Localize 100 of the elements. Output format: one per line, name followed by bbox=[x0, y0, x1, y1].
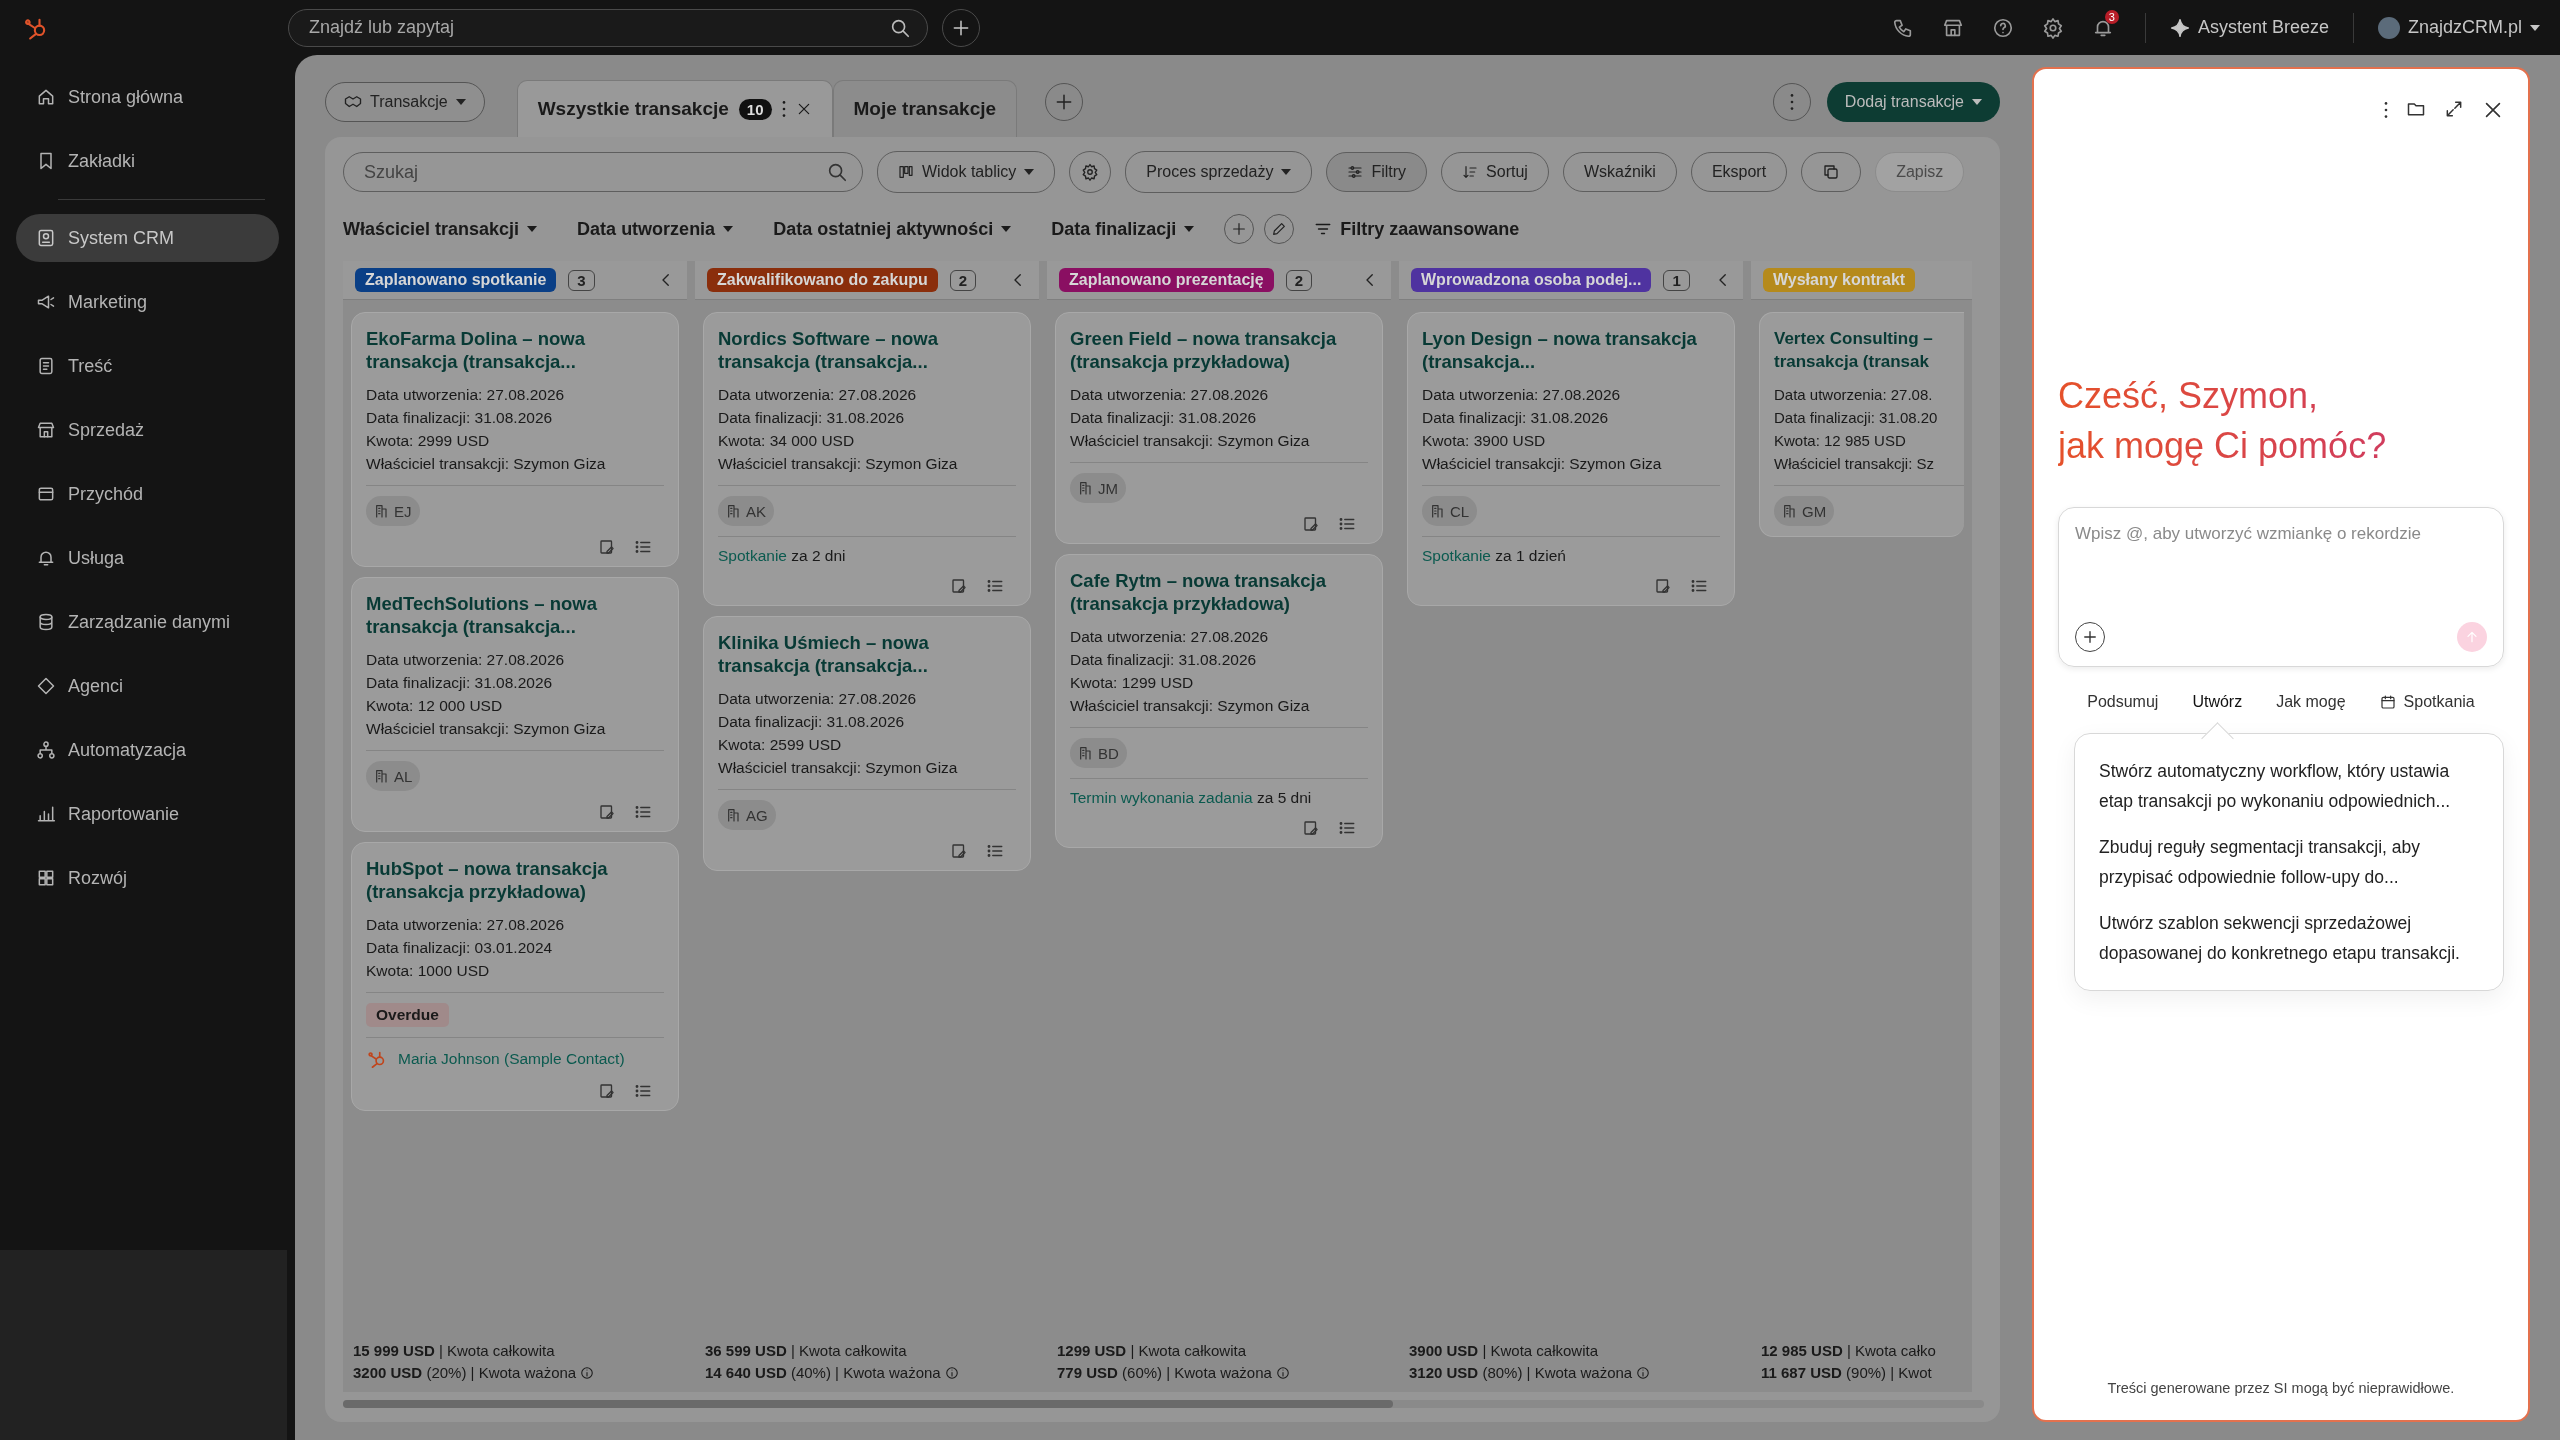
deal-title[interactable]: Lyon Design – nowa transakcja (transakcja... bbox=[1422, 327, 1720, 373]
caret-icon bbox=[2530, 24, 2540, 31]
diamond-icon bbox=[36, 676, 56, 696]
company-chip[interactable]: EJ bbox=[366, 496, 420, 526]
account-menu[interactable]: ZnajdzCRM.pl bbox=[2377, 16, 2540, 39]
activity-link[interactable]: Termin wykonania zadania bbox=[1070, 789, 1253, 806]
filter-dropdown[interactable]: Data ostatniej aktywności bbox=[773, 218, 1012, 240]
sidebar-item[interactable]: Przychód bbox=[16, 470, 279, 518]
deal-detail: Kwota: 12 000 USD bbox=[366, 696, 504, 716]
deal-card[interactable]: Nordics Software – nowa transakcja (transakcja... Data utworzenia: 27.08.2026 Data finalizacji: 31.08.2026 Kwota: 34 000 USD Właściciel transakcji: Szymon Giza AK Spotkanie za 2 dni bbox=[703, 312, 1031, 606]
view-tab[interactable]: Moje transakcje bbox=[832, 80, 1018, 137]
total-amount: 1299 USD | Kwota całkowita bbox=[1057, 1341, 1247, 1361]
deal-detail: Data finalizacji: 31.08.20 bbox=[1774, 408, 1939, 428]
grid-icon bbox=[36, 868, 56, 888]
sidebar-item[interactable]: Agenci bbox=[16, 662, 279, 710]
global-search-field[interactable]: Znajdź lub zapytaj bbox=[288, 8, 928, 47]
deal-card[interactable]: Vertex Consulting – transakcja (transak Data utworzenia: 27.08. Data finalizacji: 31.08.20 Kwota: 12 985 USD Właściciel transakcji: Sz GM bbox=[1759, 312, 1964, 537]
sidebar-item[interactable]: Automatyzacja bbox=[16, 726, 279, 774]
deal-card[interactable]: Cafe Rytm – nowa transakcja (transakcja przykładowa) Data utworzenia: 27.08.2026 Data finalizacji: 31.08.2026 Kwota: 1299 USD Właściciel transakcji: Szymon Giza BD Termin wykonania zadania za 5 dni bbox=[1055, 554, 1383, 848]
home-icon bbox=[36, 87, 56, 107]
deal-detail: Kwota: 3900 USD bbox=[1422, 431, 1547, 451]
deal-card[interactable]: HubSpot – nowa transakcja (transakcja przykładowa) Data utworzenia: 27.08.2026 Data finalizacji: 03.01.2024 Kwota: 1000 USD Overdue Maria Johnson (Sample Contact) bbox=[351, 842, 679, 1111]
deal-card[interactable]: MedTechSolutions – nowa transakcja (transakcja... Data utworzenia: 27.08.2026 Data finalizacji: 31.08.2026 Kwota: 12 000 USD Właściciel transakcji: Szymon Giza AL bbox=[351, 577, 679, 832]
company-chip[interactable]: JM bbox=[1070, 473, 1126, 503]
sidebar-item[interactable]: System CRM bbox=[16, 214, 279, 262]
add-deal-button[interactable]: Dodaj transakcje bbox=[1826, 82, 2000, 122]
total-amount: 15 999 USD | Kwota całkowita bbox=[353, 1341, 556, 1361]
sidebar-item[interactable]: Strona główna bbox=[16, 73, 279, 121]
activity-text: Termin wykonania zadania za 5 dni bbox=[1070, 789, 1313, 807]
sidebar-item[interactable]: Rozwój bbox=[16, 854, 279, 902]
deal-title[interactable]: Klinika Uśmiech – nowa transakcja (transakcja... bbox=[718, 631, 1016, 677]
deal-detail: Właściciel transakcji: Szymon Giza bbox=[1070, 431, 1311, 451]
suggestion[interactable]: Stwórz automatyczny workflow, który ustawia etap transakcji po wykonaniu odpowiednich... bbox=[2099, 748, 2479, 824]
sidebar-item[interactable]: Zarządzanie danymi bbox=[16, 598, 279, 646]
activity-link[interactable]: Spotkanie bbox=[1422, 547, 1491, 564]
company-chip[interactable]: BD bbox=[1070, 738, 1127, 768]
building-icon bbox=[1782, 503, 1798, 519]
quick-action[interactable]: Utwórz bbox=[2192, 689, 2243, 715]
deal-card[interactable]: Lyon Design – nowa transakcja (transakcja... Data utworzenia: 27.08.2026 Data finalizacji: 31.08.2026 Kwota: 3900 USD Właściciel transakcji: Szymon Giza CL Spotkanie za 1 dzień bbox=[1407, 312, 1735, 606]
contact-link[interactable]: Maria Johnson (Sample Contact) bbox=[398, 1050, 625, 1068]
sidebar-item[interactable]: Treść bbox=[16, 342, 279, 390]
company-chip[interactable]: CL bbox=[1422, 496, 1478, 526]
total-amount: 12 985 USD | Kwota całko bbox=[1761, 1341, 1937, 1361]
deal-detail: Właściciel transakcji: Szymon Giza bbox=[1422, 454, 1663, 474]
document-icon bbox=[36, 356, 56, 376]
greeting: Cześć, Szymon, bbox=[2058, 374, 2320, 418]
company-chip[interactable]: AG bbox=[718, 800, 776, 830]
pipeline-selector[interactable]: Proces sprzedaży bbox=[1125, 151, 1313, 193]
avatar bbox=[2377, 16, 2400, 39]
scrollbar-thumb[interactable] bbox=[343, 1400, 1393, 1408]
deal-title[interactable]: Nordics Software – nowa transakcja (transakcja... bbox=[718, 327, 1016, 373]
store-icon bbox=[36, 420, 56, 440]
object-selector[interactable]: Transakcje bbox=[325, 82, 485, 122]
filter-dropdown[interactable]: Właściciel transakcji bbox=[343, 218, 538, 240]
company-chip[interactable]: AL bbox=[366, 761, 421, 791]
view-tab[interactable]: Wszystkie transakcje 10 bbox=[516, 80, 833, 137]
company-chip[interactable]: AK bbox=[718, 496, 774, 526]
assistant-button[interactable]: Asystent Breeze bbox=[2169, 17, 2329, 38]
quick-action[interactable]: Podsumuj bbox=[2087, 689, 2159, 715]
deal-title[interactable]: HubSpot – nowa transakcja (transakcja przykładowa) bbox=[366, 857, 664, 903]
sidebar-item[interactable]: Zakładki bbox=[16, 137, 279, 185]
filter-dropdown[interactable]: Data utworzenia bbox=[577, 218, 734, 240]
activity-link[interactable]: Spotkanie bbox=[718, 547, 787, 564]
sidebar-item[interactable]: Sprzedaż bbox=[16, 406, 279, 454]
deal-title[interactable]: MedTechSolutions – nowa transakcja (transakcja... bbox=[366, 592, 664, 638]
deal-card[interactable]: EkoFarma Dolina – nowa transakcja (transakcja... Data utworzenia: 27.08.2026 Data finalizacji: 31.08.2026 Kwota: 2999 USD Właściciel transakcji: Szymon Giza EJ bbox=[351, 312, 679, 567]
greeting: jak mogę Ci pomóc? bbox=[2058, 424, 2388, 468]
building-icon bbox=[726, 807, 742, 823]
note-icon bbox=[1654, 577, 1672, 595]
notification-badge: 3 bbox=[2104, 9, 2119, 24]
quick-action[interactable]: Jak mogę bbox=[2276, 689, 2346, 715]
caret-icon bbox=[455, 99, 466, 105]
toolbar-button[interactable]: Filtry bbox=[1326, 152, 1428, 192]
building-icon bbox=[374, 768, 390, 784]
deal-card[interactable]: Green Field – nowa transakcja (transakcja przykładowa) Data utworzenia: 27.08.2026 Data finalizacji: 31.08.2026 Właściciel transakcji: Szymon Giza JM bbox=[1055, 312, 1383, 544]
deal-detail: Właściciel transakcji: Szymon Giza bbox=[1070, 696, 1311, 716]
deal-title[interactable]: Vertex Consulting – transakcja (transak bbox=[1774, 327, 1964, 373]
count-badge: 10 bbox=[738, 98, 772, 120]
company-chip[interactable]: GM bbox=[1774, 496, 1835, 526]
info-icon bbox=[1275, 1366, 1290, 1380]
count-badge: 2 bbox=[949, 269, 977, 291]
deal-detail: Data utworzenia: 27.08.2026 bbox=[366, 915, 566, 935]
filter-dropdown[interactable]: Data finalizacji bbox=[1051, 218, 1195, 240]
sidebar-item[interactable]: Usługa bbox=[16, 534, 279, 582]
deal-title[interactable]: Green Field – nowa transakcja (transakcja przykładowa) bbox=[1070, 327, 1368, 373]
sidebar-item[interactable]: Raportowanie bbox=[16, 790, 279, 838]
activity-text: Spotkanie za 2 dni bbox=[718, 547, 847, 565]
advanced-filters-button[interactable]: Filtry zaawansowane bbox=[1314, 218, 1520, 240]
weighted-amount: 3200 USD (20%) | Kwota ważona bbox=[353, 1363, 577, 1383]
sidebar-item[interactable]: Marketing bbox=[16, 278, 279, 326]
view-selector[interactable]: Widok tablicy bbox=[877, 151, 1056, 193]
stage-tag: Zaplanowano prezentację bbox=[1059, 268, 1274, 292]
deal-title[interactable]: EkoFarma Dolina – nowa transakcja (transakcja... bbox=[366, 327, 664, 373]
deal-title[interactable]: Cafe Rytm – nowa transakcja (transakcja przykładowa) bbox=[1070, 569, 1368, 615]
deal-card[interactable]: Klinika Uśmiech – nowa transakcja (transakcja... Data utworzenia: 27.08.2026 Data finalizacji: 31.08.2026 Kwota: 2599 USD Właściciel transakcji: Szymon Giza AG bbox=[703, 616, 1031, 871]
deal-detail: Kwota: 2999 USD bbox=[366, 431, 491, 451]
suggestion[interactable]: Utwórz szablon sekwencji sprzedażowej dopasowanej do konkretnego etapu transakcji. bbox=[2099, 900, 2479, 976]
suggestion[interactable]: Zbuduj reguły segmentacji transakcji, aby przypisać odpowiednie follow-upy do... bbox=[2099, 824, 2479, 900]
quick-action[interactable]: Spotkania bbox=[2379, 689, 2475, 715]
deal-detail: Data utworzenia: 27.08.2026 bbox=[1070, 385, 1270, 405]
